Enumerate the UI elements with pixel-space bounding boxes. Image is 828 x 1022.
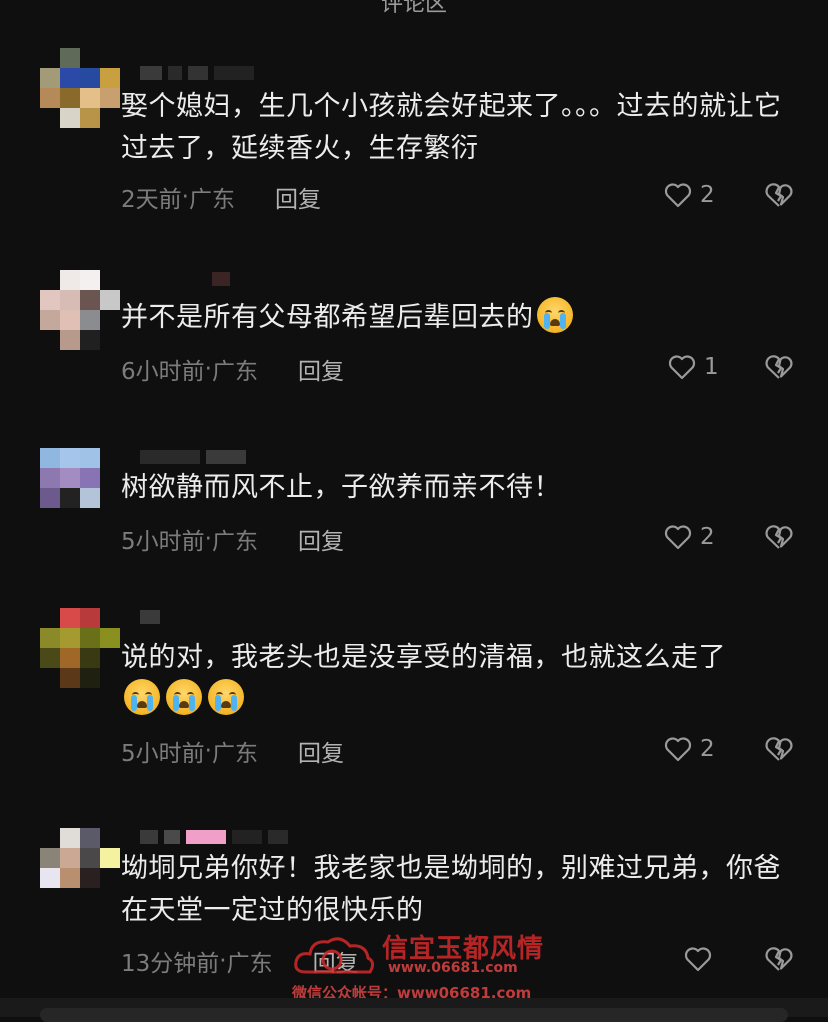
username-blurred[interactable] [140,830,288,844]
dislike-button[interactable] [764,524,794,554]
watermark: 信宜玉都风情 www.06681.com 微信公众帐号：www06681.com [292,928,552,1008]
reply-button[interactable]: 回复 [298,734,344,768]
avatar[interactable] [40,448,120,528]
comment-input[interactable] [40,1008,788,1022]
dislike-button[interactable] [764,946,794,976]
meta-separator: · [181,184,189,210]
like-button[interactable]: 1 [668,354,719,380]
comment-text: 娶个媳妇，生几个小孩就会好起来了。。。过去的就让它过去了，延续香火，生存繁衍 [121,91,782,164]
username-blurred[interactable] [140,610,160,624]
crying-face-emoji [208,679,244,715]
comment-location: 广东 [211,359,258,385]
comment-location: 广东 [188,187,235,213]
meta-separator: · [204,738,212,764]
avatar[interactable] [40,48,120,128]
meta-separator: · [219,948,227,974]
watermark-url: www.06681.com [388,960,518,976]
comment-meta: 2天前 · 广东 回复 [121,180,321,214]
username-blurred[interactable] [140,66,254,80]
broken-heart-icon [765,525,793,549]
like-button[interactable] [684,946,720,972]
crying-face-emoji [536,297,573,333]
reply-button[interactable]: 回复 [298,352,344,386]
comment-text: 坳垌兄弟你好！我老家也是坳垌的，别难过兄弟，你爸在天堂一定过的很快乐的 [121,853,781,926]
comment-time: 2天前 [121,187,182,213]
comment-text: 说的对，我老头也是没享受的清福，也就这么走了 [121,637,801,721]
dislike-button[interactable] [764,354,794,384]
broken-heart-icon [765,355,793,379]
broken-heart-icon [765,737,793,761]
heart-outline-icon [664,525,692,550]
comment-location: 广东 [226,951,273,977]
comment-location: 广东 [211,529,258,555]
comment-text-content: 说的对，我老头也是没享受的清福，也就这么走了 [121,642,726,673]
like-button[interactable]: 2 [664,182,715,208]
crying-face-emoji [124,679,160,715]
comment-time: 5小时前 [121,529,205,555]
username-blurred[interactable] [140,272,230,286]
broken-heart-icon [765,183,793,207]
comment-meta: 6小时前 · 广东 回复 [121,352,344,386]
comment-time: 5小时前 [121,741,205,767]
like-count: 2 [700,736,715,762]
meta-separator: · [204,526,212,552]
heart-outline-icon [664,737,692,762]
like-button[interactable]: 2 [664,736,715,762]
cloud-logo-icon [294,937,375,974]
comment-time: 6小时前 [121,359,205,385]
meta-separator: · [204,356,212,382]
reply-button[interactable]: 回复 [275,180,321,214]
dislike-button[interactable] [764,182,794,212]
comment-location: 广东 [211,741,258,767]
broken-heart-icon [765,947,793,971]
username-blurred[interactable] [140,450,246,464]
like-count: 2 [700,182,715,208]
bottom-input-bar [0,998,828,1022]
page-title: 评论区 [380,0,447,17]
comment-meta: 5小时前 · 广东 回复 [121,522,344,556]
dislike-button[interactable] [764,736,794,766]
comment-text: 树欲静而风不止，子欲养而亲不待！ [121,472,561,503]
heart-outline-icon [668,355,696,380]
like-button[interactable]: 2 [664,524,715,550]
comment-text: 并不是所有父母都希望后辈回去的 [121,297,801,339]
crying-face-emoji [166,679,202,715]
heart-outline-icon [684,947,712,972]
comment-text-content: 并不是所有父母都希望后辈回去的 [121,302,534,333]
reply-button[interactable]: 回复 [298,522,344,556]
avatar[interactable] [40,608,120,688]
avatar[interactable] [40,270,120,350]
heart-outline-icon [664,183,692,208]
comment-time: 13分钟前 [121,951,220,977]
comment-meta: 5小时前 · 广东 回复 [121,734,344,768]
like-count: 2 [700,524,715,550]
like-count: 1 [704,354,719,380]
avatar[interactable] [40,828,120,908]
